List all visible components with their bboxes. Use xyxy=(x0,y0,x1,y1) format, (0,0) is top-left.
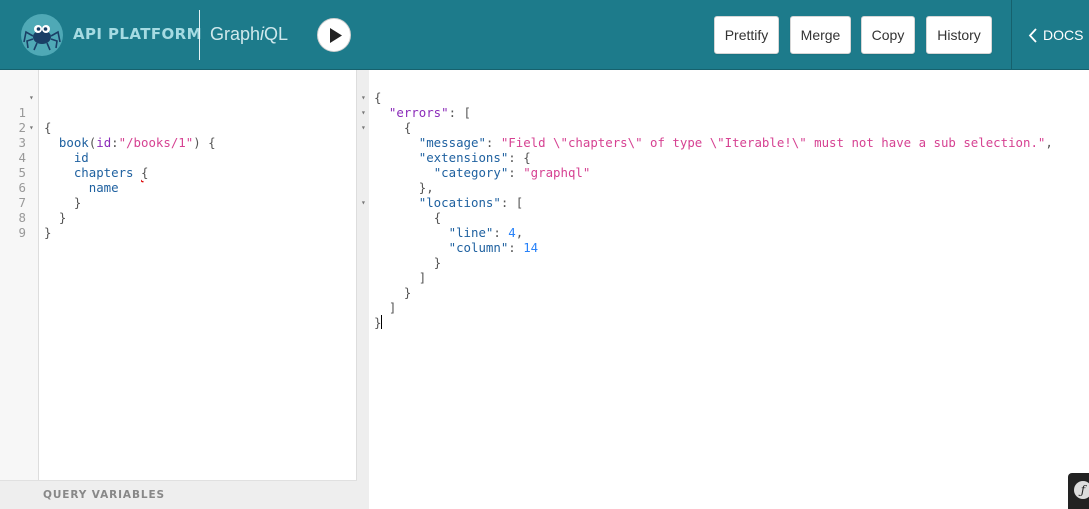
punctuation-token: ) { xyxy=(193,135,216,150)
number-token: 4 xyxy=(508,225,516,240)
punctuation-token: } xyxy=(374,315,382,330)
play-icon xyxy=(330,28,342,43)
string-token: "/books/1" xyxy=(118,135,194,150)
code-text: } xyxy=(44,210,66,225)
property-token: "column" xyxy=(448,240,509,255)
spider-logo-icon xyxy=(21,14,63,56)
query-variables-toggle[interactable]: QUERY VARIABLES xyxy=(0,480,357,509)
code-line: 6 } xyxy=(0,165,82,210)
error-token: { xyxy=(141,165,149,180)
query-editor[interactable]: 1 ▾ { 2 ▾ book(id:"/books/1") { 3 id 4 cha… xyxy=(0,70,357,509)
result-line: { xyxy=(374,120,411,135)
symfony-icon: ƒ xyxy=(1074,481,1089,499)
property-token: "locations" xyxy=(418,195,501,210)
result-line: }, xyxy=(374,180,434,195)
property-token: "message" xyxy=(418,135,486,150)
result-line: ] xyxy=(374,300,396,315)
punctuation-token: } xyxy=(58,210,67,225)
punctuation-token: { xyxy=(374,90,382,105)
code-text: } xyxy=(44,225,52,240)
result-line: ] xyxy=(374,270,426,285)
string-token: "Field \"chapters\" of type \"Iterable!\… xyxy=(500,135,1046,150)
docs-label: DOCS xyxy=(1043,27,1084,43)
string-token: "graphql" xyxy=(523,165,591,180)
text-cursor xyxy=(381,315,383,329)
code-text: book(id:"/books/1") { xyxy=(44,135,216,150)
punctuation-token: } xyxy=(433,255,442,270)
chevron-left-icon xyxy=(1028,28,1037,43)
code-line: 4 chapters { xyxy=(0,135,149,180)
result-line: { xyxy=(374,210,441,225)
app-title: GraphiQL xyxy=(210,24,288,45)
punctuation-token: : { xyxy=(508,150,531,165)
code-text: chapters { xyxy=(44,165,149,180)
result-line: "errors": [ xyxy=(374,105,471,120)
brand-name: API PLATFORM xyxy=(73,25,202,43)
result-line: "column": 14 xyxy=(448,240,539,255)
punctuation-token: }, xyxy=(418,180,434,195)
field-token: id xyxy=(73,150,89,165)
merge-button[interactable]: Merge xyxy=(790,16,851,54)
code-line: 5 name xyxy=(0,150,119,195)
code-line: 9 xyxy=(0,210,30,240)
code-line: 8 } xyxy=(0,195,52,240)
code-text: { xyxy=(44,120,52,135)
prettify-button[interactable]: Prettify xyxy=(714,16,779,54)
result-line: } xyxy=(374,315,383,330)
app-title-part: Graph xyxy=(210,24,261,44)
code-text: name xyxy=(44,180,119,195)
result-line: "message": "Field \"chapters\" of type \… xyxy=(418,135,1053,150)
fold-arrow-icon[interactable]: ▾ xyxy=(361,108,366,117)
code-text: } xyxy=(44,195,81,210)
property-token: "category" xyxy=(433,165,509,180)
query-variables-label: QUERY VARIABLES xyxy=(43,489,165,501)
punctuation-token: } xyxy=(403,285,412,300)
toolbar: API PLATFORM GraphiQL Prettify Merge Cop… xyxy=(0,0,1089,70)
field-token: name xyxy=(88,180,119,195)
punctuation-token: : [ xyxy=(500,195,524,210)
field-token: book xyxy=(58,135,89,150)
punctuation-token: ] xyxy=(388,300,397,315)
history-button[interactable]: History xyxy=(926,16,992,54)
result-line: "category": "graphql" xyxy=(433,165,591,180)
argument-token: id xyxy=(96,135,112,150)
code-line: 7 } xyxy=(0,180,67,225)
app-title-part: QL xyxy=(264,24,289,44)
docs-divider xyxy=(1011,0,1012,70)
fold-arrow-icon[interactable]: ▾ xyxy=(29,90,34,105)
punctuation-token: { xyxy=(403,120,412,135)
fold-arrow-icon[interactable]: ▾ xyxy=(361,93,366,102)
property-token: "line" xyxy=(448,225,494,240)
code-line: 3 id xyxy=(0,120,89,165)
result-line: "locations": [ xyxy=(374,195,523,210)
punctuation-token: { xyxy=(433,210,442,225)
execute-query-button[interactable] xyxy=(317,18,351,52)
punctuation-token: ] xyxy=(418,270,427,285)
line-number: 9 xyxy=(18,225,26,240)
result-line: "line": 4, xyxy=(448,225,524,240)
code-line: 2 ▾ book(id:"/books/1") { xyxy=(0,105,216,150)
code-line: 1 ▾ { xyxy=(0,90,52,135)
fold-arrow-icon[interactable]: ▾ xyxy=(361,198,366,207)
result-line: } xyxy=(374,285,411,300)
punctuation-token: : xyxy=(111,135,119,150)
code-text: id xyxy=(44,150,89,165)
brand-divider xyxy=(199,10,200,60)
property-token: "errors" xyxy=(388,105,449,120)
punctuation-token: : [ xyxy=(448,105,471,120)
number-token: 14 xyxy=(523,240,539,255)
fold-arrow-icon[interactable]: ▾ xyxy=(361,123,366,132)
result-line: { xyxy=(374,90,381,105)
docs-button[interactable]: DOCS xyxy=(1024,0,1089,70)
result-line: } xyxy=(374,255,441,270)
property-token: "extensions" xyxy=(418,150,509,165)
symfony-toolbar-toggle[interactable]: ƒ xyxy=(1068,473,1089,509)
punctuation-token: } xyxy=(73,195,82,210)
copy-button[interactable]: Copy xyxy=(861,16,915,54)
field-token: chapters xyxy=(73,165,134,180)
result-line: "extensions": { xyxy=(374,150,531,165)
